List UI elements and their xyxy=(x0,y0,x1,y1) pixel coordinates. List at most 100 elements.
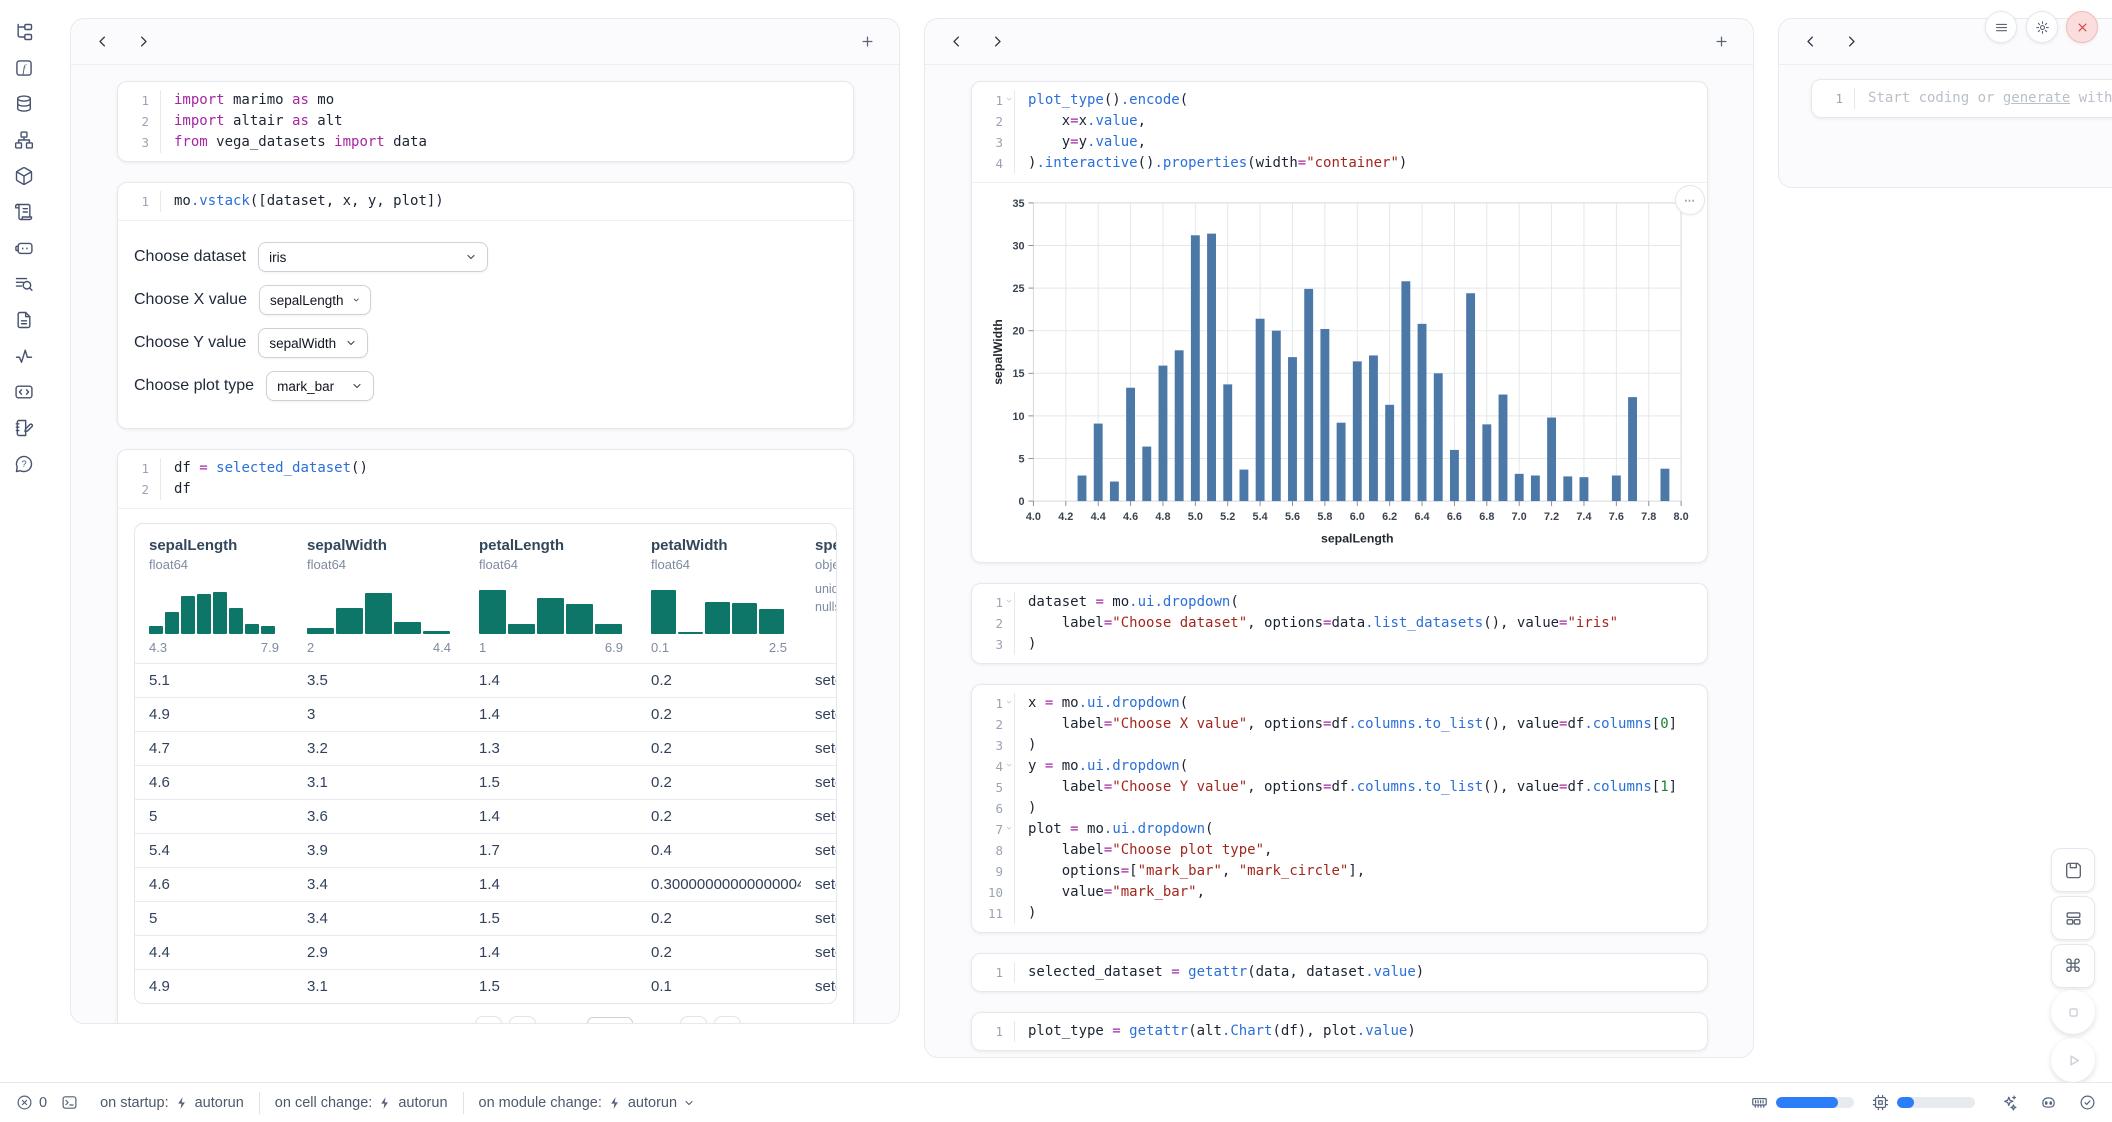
table-row[interactable]: 4.42.91.40.2setos xyxy=(135,935,836,969)
package-icon[interactable] xyxy=(0,158,48,194)
column-prev-button[interactable] xyxy=(91,30,114,53)
column-prev-button[interactable] xyxy=(945,30,968,53)
code-cell-xy-plot-dropdowns[interactable]: 1234567891011x = mo.ui.dropdown( label="… xyxy=(971,684,1708,933)
fold-chevron-icon[interactable] xyxy=(1005,95,1013,103)
code-cell-selected-dataset[interactable]: 1selected_dataset = getattr(data, datase… xyxy=(971,953,1708,992)
code-cell-plot-expression[interactable]: 1234plot_type().encode( x=x.value, y=y.v… xyxy=(971,81,1708,563)
dropdown-select[interactable]: sepalLength xyxy=(259,285,371,315)
table-row[interactable]: 5.13.51.40.2setos xyxy=(135,663,836,697)
save-button[interactable] xyxy=(2051,848,2095,892)
column-prev-button[interactable] xyxy=(1799,30,1822,53)
svg-text:6.4: 6.4 xyxy=(1414,511,1429,523)
table-cell: 3.1 xyxy=(293,766,465,799)
column-histogram[interactable] xyxy=(479,584,623,634)
code-cell-dataset-dropdown[interactable]: 123dataset = mo.ui.dropdown( label="Choo… xyxy=(971,583,1708,664)
run-button[interactable] xyxy=(2051,1038,2095,1082)
column-next-button[interactable] xyxy=(986,30,1009,53)
close-icon[interactable] xyxy=(2066,11,2098,43)
function-square-icon[interactable]: f xyxy=(0,50,48,86)
code-cell-empty[interactable]: 1Start coding or generate with xyxy=(1811,79,2112,118)
column-next-button[interactable] xyxy=(132,30,155,53)
table-cell: 1.4 xyxy=(465,698,637,731)
cpu-progress-fill xyxy=(1897,1097,1914,1108)
table-row[interactable]: 4.63.11.50.2setos xyxy=(135,765,836,799)
file-tree-icon[interactable] xyxy=(0,14,48,50)
first-page-button[interactable] xyxy=(475,1016,502,1024)
table-row[interactable]: 4.931.40.2setos xyxy=(135,697,836,731)
dropdown-select[interactable]: sepalWidth xyxy=(258,328,368,358)
chat-bot-icon[interactable] xyxy=(0,230,48,266)
logs-scroll-icon[interactable] xyxy=(0,194,48,230)
code-line: x=x.value, xyxy=(1028,111,1707,132)
list-search-icon[interactable] xyxy=(0,266,48,302)
keyboard-shortcuts-button[interactable]: ⌘ xyxy=(2051,944,2095,988)
on-startup-mode[interactable]: on startup: autorun xyxy=(100,1095,244,1111)
help-icon[interactable]: ? xyxy=(0,446,48,482)
column-histogram[interactable] xyxy=(307,584,451,634)
code-line: ) xyxy=(1028,634,1707,655)
column-header-petalLength[interactable]: petalLengthfloat6416.9 xyxy=(465,524,637,663)
fold-chevron-icon[interactable] xyxy=(1005,824,1013,832)
bar-chart[interactable]: 4.04.24.44.64.85.05.25.45.65.86.06.26.46… xyxy=(988,195,1691,548)
code-cell-dataframe[interactable]: 12df = selected_dataset()df sepalLengthf… xyxy=(117,449,854,1024)
document-icon[interactable] xyxy=(0,302,48,338)
svg-text:f: f xyxy=(22,63,27,75)
fold-chevron-icon[interactable] xyxy=(1005,698,1013,706)
ai-sparkles-icon[interactable] xyxy=(2001,1094,2018,1111)
stop-button[interactable] xyxy=(2051,990,2095,1034)
activity-icon[interactable] xyxy=(0,338,48,374)
scratchpad-icon[interactable] xyxy=(0,410,48,446)
on-module-change-mode[interactable]: on module change: autorun xyxy=(479,1095,696,1111)
code-snippet-icon[interactable] xyxy=(0,374,48,410)
table-row[interactable]: 4.63.41.40.30000000000000004setos xyxy=(135,867,836,901)
code-cell-vstack[interactable]: 1mo.vstack([dataset, x, y, plot]) Choose… xyxy=(117,182,854,429)
table-cell: 4.4 xyxy=(135,936,293,969)
code-cell-plot-type[interactable]: 1plot_type = getattr(alt.Chart(df), plot… xyxy=(971,1012,1708,1051)
table-cell: 0.4 xyxy=(637,834,801,867)
add-cell-button[interactable] xyxy=(856,30,879,53)
dependency-graph-icon[interactable] xyxy=(0,122,48,158)
table-row[interactable]: 4.73.21.30.2setos xyxy=(135,731,836,765)
column-header-speci[interactable]: speciobjecuniqunulls: xyxy=(801,524,836,663)
code-line: dataset = mo.ui.dropdown( xyxy=(1028,592,1707,613)
fold-chevron-icon[interactable] xyxy=(1005,761,1013,769)
code-line: from vega_datasets import data xyxy=(174,132,853,153)
column-header-sepalWidth[interactable]: sepalWidthfloat6424.4 xyxy=(293,524,465,663)
page-select[interactable]: 1 xyxy=(587,1017,633,1025)
download-button[interactable]: Download xyxy=(757,1022,835,1025)
search-icon[interactable] xyxy=(136,1021,153,1024)
copilot-icon[interactable] xyxy=(2040,1094,2057,1111)
code-cell-imports[interactable]: 123import marimo as moimport altair as a… xyxy=(117,81,854,162)
svg-text:5.2: 5.2 xyxy=(1220,511,1235,523)
terminal-icon[interactable] xyxy=(61,1094,78,1111)
database-icon[interactable] xyxy=(0,86,48,122)
on-cell-change-mode[interactable]: on cell change: autorun xyxy=(275,1095,448,1111)
settings-gear-icon[interactable] xyxy=(2026,11,2058,43)
lightning-icon xyxy=(608,1096,622,1110)
table-row[interactable]: 4.93.11.50.1setos xyxy=(135,969,836,1003)
next-page-button[interactable] xyxy=(680,1016,707,1024)
table-row[interactable]: 53.61.40.2setos xyxy=(135,799,836,833)
column-header-sepalLength[interactable]: sepalLengthfloat644.37.9 xyxy=(135,524,293,663)
menu-button[interactable] xyxy=(1985,11,2017,43)
dataframe-output: sepalLengthfloat644.37.9sepalWidthfloat6… xyxy=(118,508,853,1024)
svg-text:?: ? xyxy=(21,459,26,469)
last-page-button[interactable] xyxy=(714,1016,741,1024)
column-next-button[interactable] xyxy=(1840,30,1863,53)
dropdown-select[interactable]: iris xyxy=(258,242,488,272)
table-row[interactable]: 5.43.91.70.4setos xyxy=(135,833,836,867)
dropdown-select[interactable]: mark_bar xyxy=(266,371,374,401)
connection-status-icon[interactable] xyxy=(2079,1094,2096,1111)
prev-page-button[interactable] xyxy=(509,1016,536,1024)
layout-button[interactable] xyxy=(2051,896,2095,940)
errors-icon[interactable] xyxy=(16,1094,33,1111)
fold-chevron-icon[interactable] xyxy=(1005,597,1013,605)
column-histogram[interactable] xyxy=(651,584,787,634)
table-row[interactable]: 53.41.50.2setos xyxy=(135,901,836,935)
column-histogram[interactable] xyxy=(149,584,279,634)
chart-options-button[interactable]: ⋯ xyxy=(1675,185,1705,215)
page-number: 1 xyxy=(595,1022,602,1024)
add-cell-button[interactable] xyxy=(1710,30,1733,53)
column-header-petalWidth[interactable]: petalWidthfloat640.12.5 xyxy=(637,524,801,663)
table-cell: 3.4 xyxy=(293,868,465,901)
